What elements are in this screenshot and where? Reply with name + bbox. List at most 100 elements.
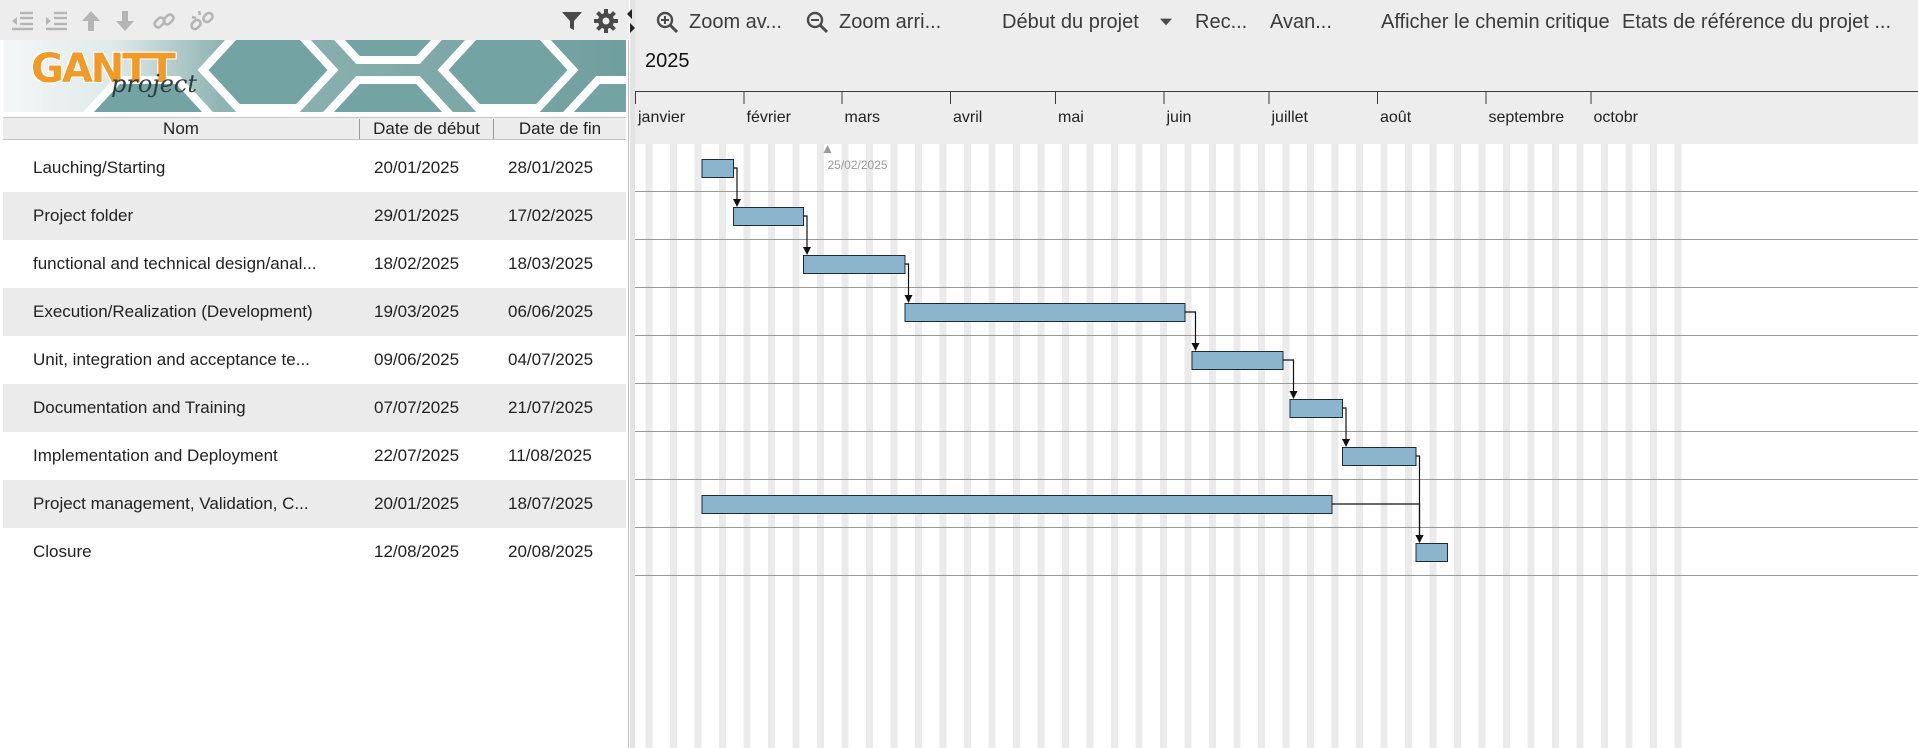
task-start-date: 12/08/2025 xyxy=(374,542,460,561)
weekend-stripe xyxy=(915,144,922,748)
column-header-end[interactable]: Date de fin xyxy=(494,118,626,140)
weekend-stripe xyxy=(694,144,702,748)
month-label: février xyxy=(747,109,792,126)
weekend-stripe xyxy=(1527,144,1535,748)
weekend-stripe xyxy=(1086,144,1094,748)
filter-icon[interactable] xyxy=(558,7,586,35)
weekend-stripe xyxy=(1674,144,1682,748)
weekend-stripe xyxy=(890,144,898,748)
weekend-stripe xyxy=(1429,144,1437,748)
weekend-stripe xyxy=(1307,144,1314,748)
task-name: Execution/Realization (Development) xyxy=(33,302,313,321)
indent-icon[interactable] xyxy=(42,7,70,35)
task-row[interactable]: Closure 12/08/2025 20/08/2025 xyxy=(3,528,626,576)
weekend-stripe xyxy=(1160,144,1167,748)
weekend-stripe xyxy=(1478,144,1486,748)
task-start-date: 09/06/2025 xyxy=(374,350,460,369)
weekend-stripe xyxy=(939,144,947,748)
month-label: août xyxy=(1380,109,1412,126)
task-bar[interactable] xyxy=(733,207,804,226)
task-row[interactable]: Unit, integration and acceptance te... 09… xyxy=(3,336,626,384)
weekend-stripe xyxy=(1625,144,1633,748)
task-name: Project folder xyxy=(33,206,134,225)
task-row[interactable]: Documentation and Training 07/07/2025 21/0… xyxy=(3,384,626,432)
task-name: Unit, integration and acceptance te... xyxy=(33,350,310,369)
weekend-stripe xyxy=(841,144,849,748)
task-name: Closure xyxy=(33,542,92,561)
task-list: Lauching/Starting 20/01/2025 28/01/2025 Pro… xyxy=(3,144,626,576)
column-header-name[interactable]: Nom xyxy=(3,118,359,140)
weekend-stripe xyxy=(1380,144,1388,748)
task-name: Implementation and Deployment xyxy=(33,446,278,465)
task-start-date: 19/03/2025 xyxy=(374,302,460,321)
task-row[interactable]: Implementation and Deployment 22/07/2025 1… xyxy=(3,432,626,480)
weekend-stripe xyxy=(1331,144,1339,748)
settings-gear-icon[interactable] xyxy=(592,7,620,35)
task-name: Project management, Validation, C... xyxy=(33,494,309,513)
link-icon[interactable] xyxy=(150,7,178,35)
weekend-stripe xyxy=(1405,144,1412,748)
task-start-date: 22/07/2025 xyxy=(374,446,460,465)
weekend-stripe xyxy=(1258,144,1265,748)
task-bar[interactable] xyxy=(1415,543,1448,562)
weekend-stripe xyxy=(1601,144,1608,748)
weekend-stripe xyxy=(1233,144,1241,748)
task-start-date: 20/01/2025 xyxy=(374,158,460,177)
ganttproject-logo: GANTT project xyxy=(3,40,626,112)
task-toolbar xyxy=(0,0,629,40)
month-label: juillet xyxy=(1271,109,1309,126)
move-down-icon[interactable] xyxy=(111,7,139,35)
task-bar[interactable] xyxy=(904,303,1186,322)
outdent-icon[interactable] xyxy=(8,7,36,35)
weekend-stripe xyxy=(719,144,726,748)
weekend-stripe xyxy=(1454,144,1461,748)
gantt-app: GANTT project Nom Date de début Date de … xyxy=(0,0,1918,748)
move-up-icon[interactable] xyxy=(77,7,105,35)
task-name: functional and technical design/anal... xyxy=(33,254,317,273)
gantt-chart[interactable]: janvier février mars avril mai juin juillet aoû… xyxy=(635,0,1918,748)
weekend-stripe xyxy=(1037,144,1045,748)
task-start-date: 07/07/2025 xyxy=(374,398,460,417)
task-end-date: 28/01/2025 xyxy=(508,158,594,177)
task-end-date: 20/08/2025 xyxy=(508,542,594,561)
chart-body xyxy=(635,144,1918,748)
weekend-stripe xyxy=(1184,144,1192,748)
task-start-date: 18/02/2025 xyxy=(374,254,460,273)
weekend-stripe xyxy=(743,144,751,748)
task-row[interactable]: Project folder 29/01/2025 17/02/2025 xyxy=(3,192,626,240)
month-label: octobr xyxy=(1594,109,1639,126)
month-label: mai xyxy=(1058,109,1084,126)
weekend-stripe xyxy=(1650,144,1657,748)
task-name: Lauching/Starting xyxy=(33,158,166,177)
task-row[interactable]: Lauching/Starting 20/01/2025 28/01/2025 xyxy=(3,144,626,192)
task-end-date: 21/07/2025 xyxy=(508,398,594,417)
task-end-date: 17/02/2025 xyxy=(508,206,594,225)
weekend-stripe xyxy=(1062,144,1069,748)
gantt-chart-pane: Zoom av... Zoom arri... Début du projet … xyxy=(635,0,1918,748)
task-bar[interactable] xyxy=(1289,399,1343,418)
month-label: janvier xyxy=(637,109,686,126)
month-label: avril xyxy=(953,109,982,126)
task-start-date: 29/01/2025 xyxy=(374,206,460,225)
unlink-icon[interactable] xyxy=(188,7,216,35)
task-row[interactable]: functional and technical design/anal... 1… xyxy=(3,240,626,288)
weekend-stripe xyxy=(964,144,971,748)
task-row[interactable]: Execution/Realization (Development) 19/03… xyxy=(3,288,626,336)
weekend-stripe xyxy=(1552,144,1559,748)
weekend-stripe xyxy=(988,144,996,748)
column-header-start[interactable]: Date de début xyxy=(360,118,493,140)
task-bar[interactable] xyxy=(701,495,1333,514)
task-bar[interactable] xyxy=(1191,351,1284,370)
weekend-stripe xyxy=(1111,144,1118,748)
task-row[interactable]: Project management, Validation, C... 20/0… xyxy=(3,480,626,528)
task-bar[interactable] xyxy=(701,159,734,178)
task-end-date: 11/08/2025 xyxy=(508,446,592,465)
month-label: juin xyxy=(1166,109,1192,126)
weekend-stripe xyxy=(1013,144,1020,748)
task-bar[interactable] xyxy=(803,255,906,274)
weekend-stripe xyxy=(645,144,653,748)
weekend-stripe xyxy=(1356,144,1363,748)
task-table-header: Nom Date de début Date de fin xyxy=(3,117,626,140)
task-bar[interactable] xyxy=(1342,447,1417,466)
weekend-stripe xyxy=(1282,144,1290,748)
